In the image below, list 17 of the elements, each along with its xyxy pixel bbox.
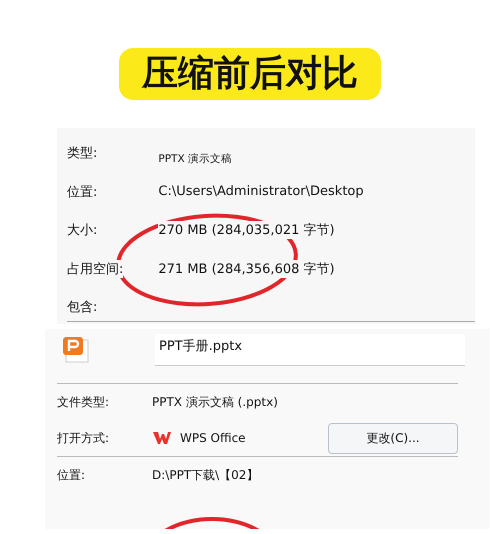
property-label: 位置: (57, 466, 86, 484)
property-label: 打开方式: (57, 430, 110, 446)
file-name-field[interactable]: PPT手册.pptx (155, 334, 465, 366)
property-value: D:\PPT下载\【02】 (152, 466, 258, 484)
property-value: 270 MB (284,035,021 字节) (158, 221, 335, 240)
app-name: WPS Office (180, 431, 246, 445)
property-label: 文件类型: (57, 394, 110, 410)
property-value: PPTX 演示文稿 (158, 152, 232, 166)
property-value: 271 MB (284,356,608 字节) (158, 260, 335, 278)
property-value: C:\Users\Administrator\Desktop (158, 184, 364, 200)
property-label: 占用空间: (67, 260, 124, 278)
change-button[interactable]: 更改(C)... (328, 422, 458, 454)
presentation-file-icon (63, 337, 89, 363)
app-logo-icon (152, 431, 172, 445)
property-label: 位置: (67, 182, 98, 201)
title-banner: 压缩前后对比 (119, 48, 381, 100)
property-value: PPTX 演示文稿 (.pptx) (152, 394, 278, 410)
